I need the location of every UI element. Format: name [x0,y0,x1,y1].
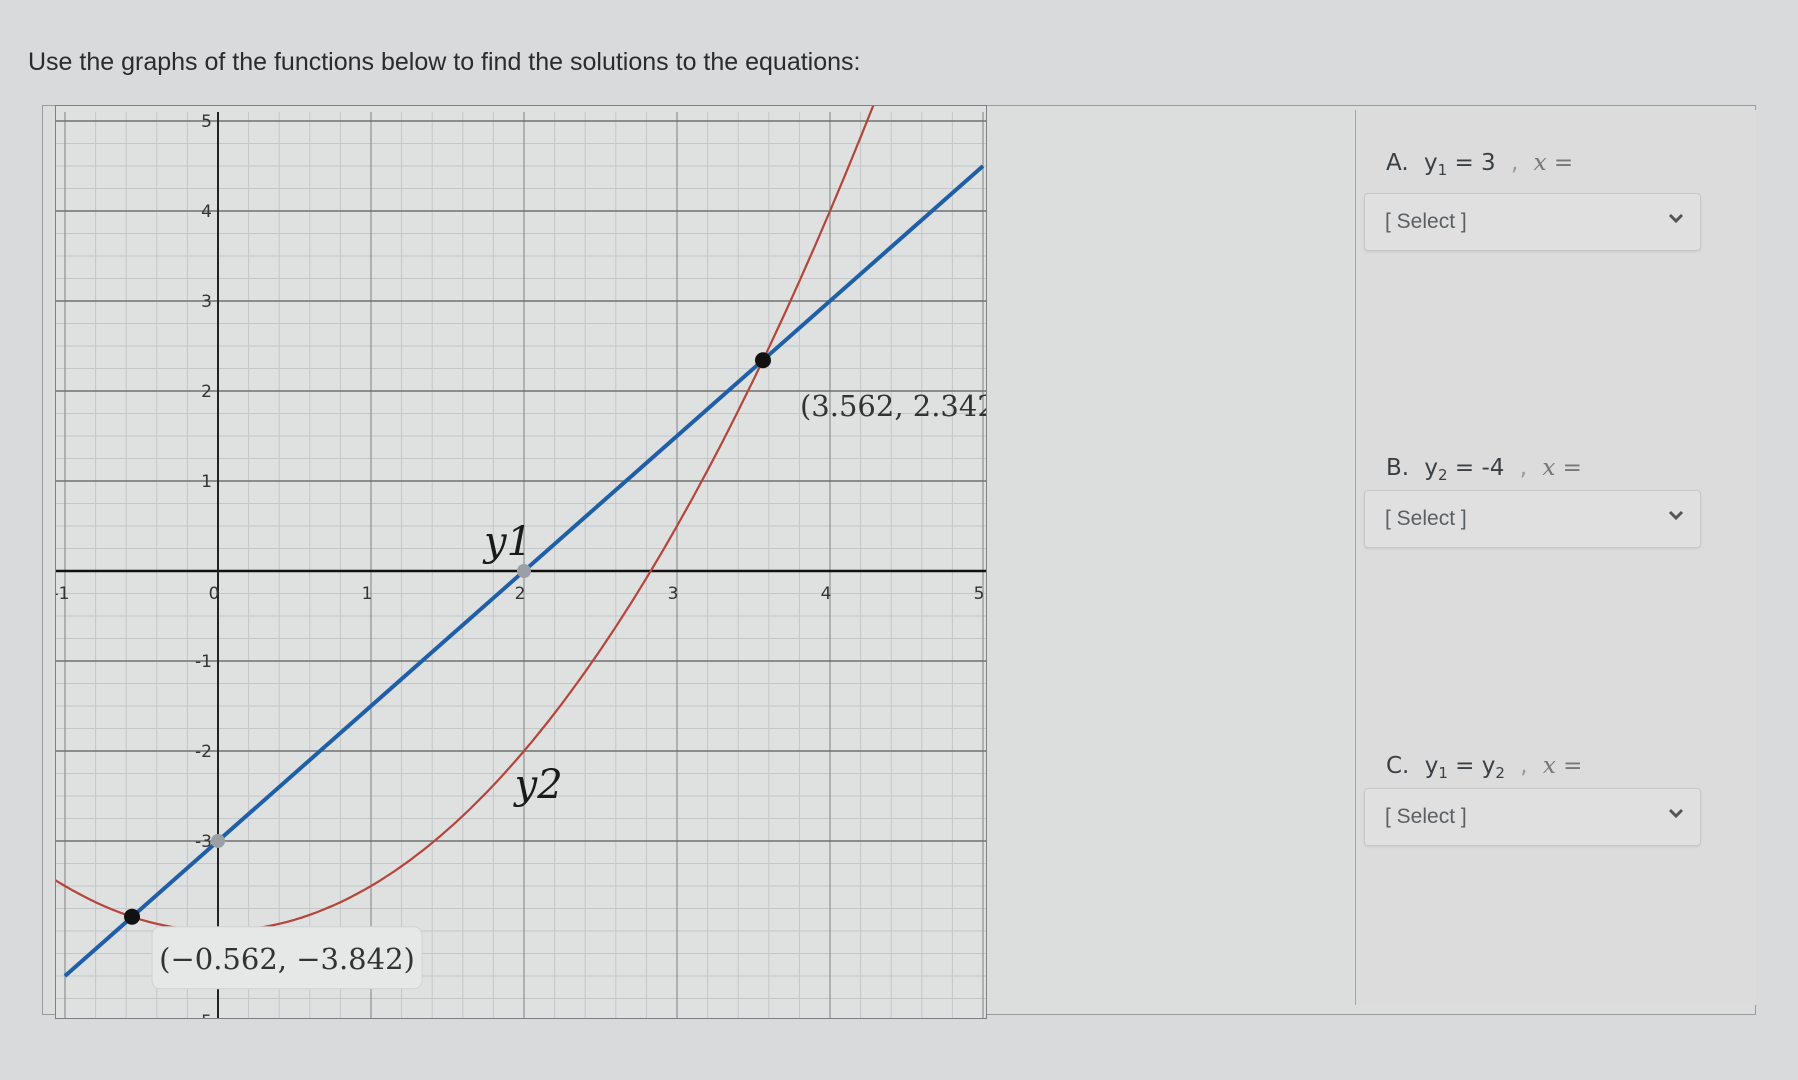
chevron-down-icon [1668,808,1684,819]
equals-sign: = [1455,753,1475,779]
equation-rhs-subscript: 2 [1495,764,1505,782]
equation-rhs: y [1481,753,1496,779]
y-tick-label: 1 [201,472,212,492]
equation-rhs: -4 [1481,455,1505,481]
x-equals: = [1563,753,1583,779]
y-tick-label: -2 [195,742,212,762]
x-tick-label: 4 [821,584,832,604]
select-value: [ Select ] [1385,805,1467,828]
intersection-point [754,352,771,369]
equation-lhs-subscript: 1 [1437,161,1448,179]
graph-svg: -101234554321-1-2-3-5(3.562, 2.342)(−0.5… [56,106,986,1018]
comma: , [1510,150,1519,176]
y-tick-label: 5 [201,112,212,132]
handwritten-label: y1 [482,519,532,565]
select-value: [ Select ] [1385,507,1467,530]
y-tick-label: -1 [195,652,212,672]
select-value: [ Select ] [1385,210,1467,233]
equals-sign: = [1454,455,1475,481]
x-tick-label: 5 [974,584,985,604]
intersection-point [124,908,141,925]
series-y2-curve [56,106,875,933]
comma: , [1519,455,1528,481]
x-tick-label: -1 [56,584,69,604]
answer-select-c[interactable]: [ Select ] [1364,788,1701,846]
question-letter: A. [1386,150,1409,176]
y-tick-label: 2 [201,382,212,402]
instructions-text: Use the graphs of the functions below to… [28,48,861,76]
x-tick-label: 0 [209,584,220,604]
intercept-marker [517,564,531,578]
x-tick-label: 3 [668,584,679,604]
equation-lhs-subscript: 1 [1438,764,1448,782]
y-tick-label: 3 [201,292,212,312]
x-tick-label: 2 [515,584,526,604]
question-letter: B. [1386,455,1410,481]
x-tick-label: 1 [362,584,373,604]
equation-rhs: 3 [1481,150,1496,176]
answer-select-b[interactable]: [ Select ] [1364,490,1701,548]
question-a-label: A. y1 = 3 , x = [1386,150,1573,179]
intersection-label: (−0.562, −3.842) [159,942,415,976]
equation-lhs-subscript: 2 [1438,466,1448,484]
equation-lhs: y [1424,753,1439,779]
y-tick-label: 4 [201,202,212,222]
chevron-down-icon [1668,510,1684,521]
equals-sign: = [1454,150,1474,176]
intercept-marker [211,834,225,848]
answer-select-a[interactable]: [ Select ] [1364,193,1701,251]
x-variable: x [1542,753,1556,779]
intersection-label: (3.562, 2.342) [800,389,986,423]
comma: , [1520,753,1528,779]
x-variable: x [1542,455,1556,481]
chevron-down-icon [1668,213,1684,224]
question-b-label: B. y2 = -4 , x = [1386,455,1582,484]
x-variable: x [1533,150,1547,176]
equation-lhs: y [1423,150,1438,176]
equation-lhs: y [1424,455,1439,481]
question-c-label: C. y1 = y2 , x = [1386,753,1582,782]
y-tick-label: -5 [195,1012,212,1018]
function-graph: -101234554321-1-2-3-5(3.562, 2.342)(−0.5… [55,105,987,1019]
x-equals: = [1562,455,1582,481]
handwritten-label: y2 [513,762,563,808]
answer-panel: A. y1 = 3 , x = [ Select ] B. y2 = -4 , … [1355,110,1756,1005]
question-letter: C. [1386,753,1410,779]
x-equals: = [1553,150,1574,176]
